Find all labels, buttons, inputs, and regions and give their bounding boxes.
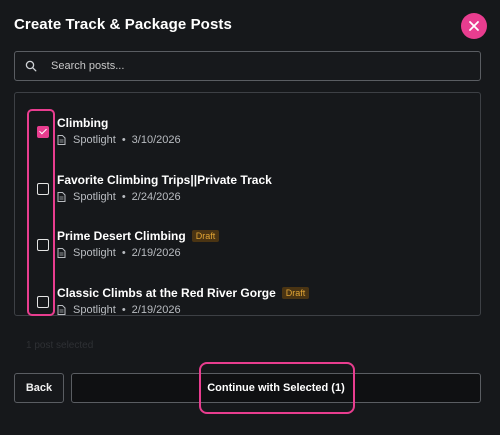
dialog-title: Create Track & Package Posts <box>14 16 232 33</box>
post-meta: Spotlight • 2/24/2026 <box>57 191 181 203</box>
post-checkbox[interactable] <box>37 296 49 308</box>
post-meta: Spotlight • 3/10/2026 <box>57 134 181 146</box>
document-icon <box>57 248 66 258</box>
posts-list[interactable]: Climbing Spotlight • 3/10/2026 Favorite … <box>14 92 481 316</box>
post-title: Favorite Climbing Trips||Private Track <box>57 173 272 187</box>
document-icon <box>57 192 66 202</box>
list-item[interactable]: Classic Climbs at the Red River Gorge Dra… <box>15 283 480 315</box>
search-icon <box>25 59 39 73</box>
create-posts-dialog: Create Track & Package Posts Climbing <box>0 0 500 435</box>
draft-badge: Draft <box>191 230 220 242</box>
search-input[interactable] <box>49 59 469 73</box>
post-checkbox[interactable] <box>37 239 49 251</box>
post-meta: Spotlight • 2/19/2026 <box>57 247 181 259</box>
back-button[interactable]: Back <box>14 373 64 403</box>
post-checkbox[interactable] <box>37 126 49 138</box>
search-box <box>14 51 481 81</box>
post-title: Climbing <box>57 116 109 130</box>
post-meta: Spotlight • 2/19/2026 <box>57 304 181 315</box>
post-checkbox[interactable] <box>37 183 49 195</box>
document-icon <box>57 135 66 145</box>
list-item[interactable]: Prime Desert Climbing Draft Spotlight • 2… <box>15 226 480 276</box>
draft-badge: Draft <box>281 287 310 299</box>
post-title: Prime Desert Climbing Draft <box>57 229 220 243</box>
list-item[interactable]: Climbing Spotlight • 3/10/2026 <box>15 113 480 163</box>
continue-button[interactable]: Continue with Selected (1) <box>71 373 481 403</box>
list-item[interactable]: Favorite Climbing Trips||Private Track S… <box>15 170 480 220</box>
document-icon <box>57 305 66 315</box>
close-button[interactable] <box>461 13 487 39</box>
post-title: Classic Climbs at the Red River Gorge Dra… <box>57 286 310 300</box>
selected-count-text: 1 post selected <box>26 340 94 351</box>
close-icon <box>469 21 479 31</box>
